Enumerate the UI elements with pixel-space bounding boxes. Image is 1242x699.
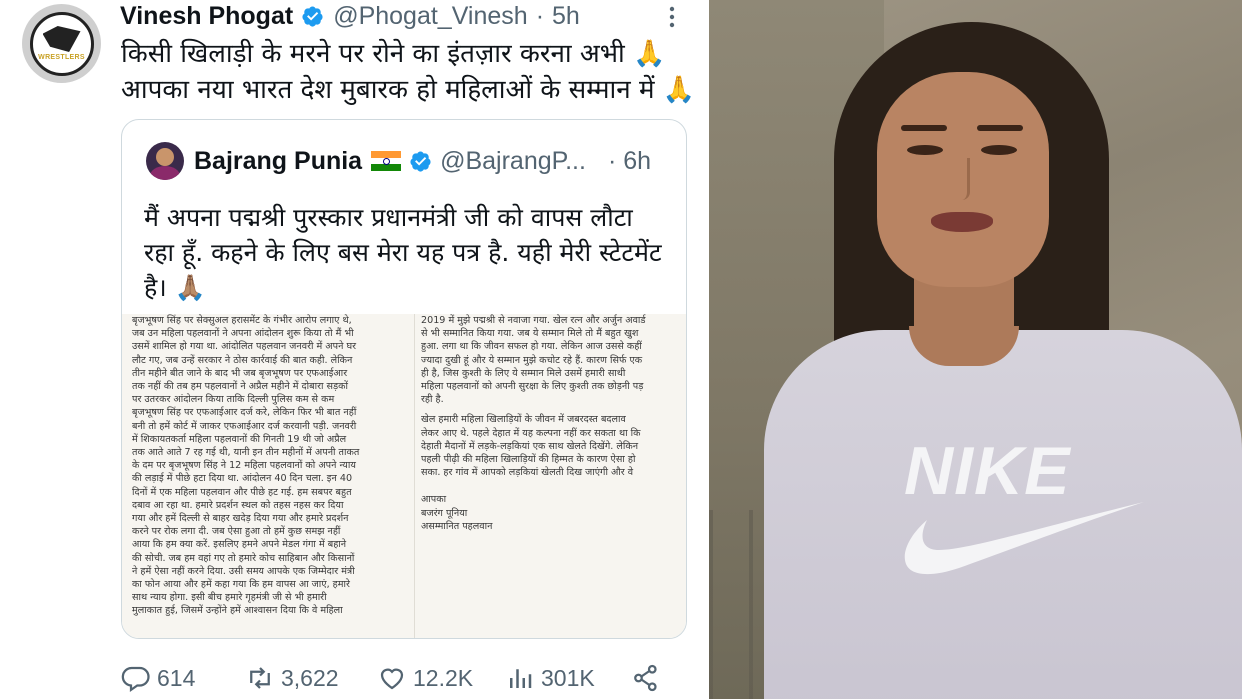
tweet-text-line: आपका नया भारत देश मुबारक हो महिलाओं के स… bbox=[121, 75, 696, 105]
letter-line: गया और हमें दिल्ली से बाहर खदेड़ दिया गय… bbox=[132, 513, 349, 525]
analytics-icon bbox=[510, 669, 532, 688]
letter-line: लेकर आए थे. पहले देहात में यह कल्पना नही… bbox=[421, 427, 641, 439]
verified-badge-icon bbox=[410, 150, 431, 172]
letter-line: बृजभूषण सिंह पर सेक्सुअल हरासमेंट के गंभ… bbox=[132, 315, 352, 326]
letter-page-left: बृजभूषण सिंह पर सेक्सुअल हरासमेंट के गंभ… bbox=[132, 314, 408, 638]
tweet-time[interactable]: 5h bbox=[552, 2, 580, 31]
separator-dot: · bbox=[535, 1, 545, 30]
letter-line: के दम पर बृजभूषण सिंह ने 12 महिला पहलवान… bbox=[132, 460, 356, 472]
letter-gap bbox=[421, 486, 678, 493]
heart-icon bbox=[380, 668, 404, 690]
letter-gap bbox=[421, 479, 678, 486]
letter-line: 2019 में मुझे पद्मश्री से नवाजा गया. खेल… bbox=[421, 315, 646, 326]
letter-line: देहाती मैदानों में लड़के-लड़कियां एक साथ… bbox=[421, 440, 639, 452]
author-handle[interactable]: @Phogat_Vinesh bbox=[333, 2, 528, 31]
avatar-logo: WRESTLERS bbox=[29, 11, 94, 76]
tweet-header: Vinesh Phogat @Phogat_Vinesh · 5h bbox=[120, 2, 580, 30]
video-frame-photo: NIKE bbox=[709, 0, 1242, 699]
letter-line: ही है, जिस कुश्ती के लिए ये सम्मान मिले … bbox=[421, 367, 626, 379]
quoted-tweet-header: Bajrang Punia @BajrangP... · 6h bbox=[194, 146, 651, 176]
letter-line: दिनों में एक महिला पहलवान और पीछे हट गई.… bbox=[132, 486, 352, 498]
quoted-author-avatar[interactable] bbox=[146, 142, 184, 180]
verified-badge-icon bbox=[302, 5, 323, 27]
letter-line: जब उन महिला पहलवानों ने अपना आंदोलन शुरू… bbox=[132, 328, 354, 340]
letter-line: दबाव आ रहा था. हमारे प्रदर्शन स्थल को तह… bbox=[132, 499, 344, 511]
avatar-logo-text: WRESTLERS bbox=[38, 54, 85, 61]
letter-line: महिला पहलवानों को अपनी सुरक्षा के लिए कु… bbox=[421, 381, 644, 393]
like-count: 12.2K bbox=[413, 664, 474, 691]
more-options-icon[interactable] bbox=[660, 4, 684, 30]
letter-line: बनी तो हमें कोर्ट में जाकर एफआईआर दर्ज क… bbox=[132, 420, 357, 432]
reply-icon bbox=[121, 666, 150, 693]
letter-line: में शिकायतकर्ता महिला पहलवानों की गिनती … bbox=[132, 433, 347, 445]
letter-line: की सोची. जब हम वहां गए तो हमारे कोच साहि… bbox=[132, 552, 355, 564]
letter-line: हुआ. लगा था कि जीवन सफल हो गया. लेकिन आज… bbox=[421, 341, 642, 353]
person-mouth bbox=[931, 212, 993, 232]
quoted-text-line: है। 🙏🏽 bbox=[144, 273, 206, 302]
letter-line: से भी सम्मानित किया गया. जब ये सम्मान मि… bbox=[421, 328, 639, 340]
letter-line: का फोन आया और हमें कहा गया कि हम वापस आ … bbox=[132, 579, 350, 591]
letter-image[interactable]: बृजभूषण सिंह पर सेक्सुअल हरासमेंट के गंभ… bbox=[122, 314, 686, 638]
letter-line: उसमें शामिल हो गया था. आंदोलित पहलवान जन… bbox=[132, 341, 357, 353]
nike-swoosh-icon bbox=[904, 502, 1144, 575]
view-count: 301K bbox=[541, 664, 595, 691]
letter-line: तीन महीने बीत जाने के बाद भी जब बृजभूषण … bbox=[132, 367, 348, 379]
like-button[interactable]: 12.2K bbox=[377, 660, 473, 696]
letter-line: बजरंग पूनिया bbox=[421, 507, 468, 519]
letter-line: आपका bbox=[421, 494, 447, 506]
letter-line: पर उतरकर आंदोलन किया ताकि दिल्ली पुलिस क… bbox=[132, 394, 335, 406]
person-eye bbox=[981, 145, 1017, 155]
letter-page-right: 2019 में मुझे पद्मश्री से नवाजा गया. खेल… bbox=[414, 314, 678, 638]
letter-line: आया कि हम क्या करें. इसलिए हमने अपने मेड… bbox=[132, 539, 347, 551]
letter-line: ने हमें ऐसा नहीं करने दिया. उसी समय आपके… bbox=[132, 565, 355, 577]
letter-line: बृजभूषण सिंह पर एफआईआर दर्ज करे, लेकिन फ… bbox=[132, 407, 357, 419]
letter-line: खेल हमारी महिला खिलाड़ियों के जीवन में ज… bbox=[421, 414, 626, 426]
letter-line: तक आते आते 7 रह गई थी, यानी इन तीन महीनो… bbox=[132, 447, 360, 459]
retweet-count: 3,622 bbox=[281, 664, 339, 691]
person-nose bbox=[952, 158, 970, 200]
letter-line: लौट गए, जब उन्हें सरकार ने ठोस कार्रवाई … bbox=[132, 354, 353, 366]
share-button[interactable] bbox=[631, 660, 667, 696]
person-brow bbox=[901, 125, 947, 131]
letter-line: की लड़ाई में पीछे हटा दिया था. आंदोलन 40… bbox=[132, 473, 353, 485]
quoted-author-name[interactable]: Bajrang Punia bbox=[194, 147, 362, 176]
tweet-text-line: किसी खिलाड़ी के मरने पर रोने का इंतज़ार … bbox=[121, 39, 666, 69]
author-avatar[interactable]: WRESTLERS bbox=[22, 4, 101, 83]
tweet-text: किसी खिलाड़ी के मरने पर रोने का इंतज़ार … bbox=[121, 36, 701, 108]
letter-line: तक नहीं की तब हम पहलवानों ने अप्रैल महीन… bbox=[132, 381, 349, 393]
letter-line: करने पर रोक लगा दी. जब ऐसा हुआ तो हमें क… bbox=[132, 526, 341, 538]
author-name[interactable]: Vinesh Phogat bbox=[120, 2, 293, 31]
tweet-actions: 614 3,622 12.2K 301K bbox=[121, 660, 681, 696]
person-eye bbox=[907, 145, 943, 155]
reply-button[interactable]: 614 bbox=[121, 660, 195, 696]
retweet-icon bbox=[250, 667, 270, 689]
quoted-tweet-text: मैं अपना पद्मश्री पुरस्कार प्रधानमंत्री … bbox=[144, 200, 674, 305]
india-flag-icon bbox=[371, 151, 402, 172]
letter-line: असम्मानित पहलवान bbox=[421, 520, 493, 532]
share-icon bbox=[634, 664, 657, 692]
quoted-tweet[interactable]: Bajrang Punia @BajrangP... · 6h मैं अपना… bbox=[121, 119, 687, 639]
person-brow bbox=[977, 125, 1023, 131]
letter-line: मुलाकात हुई, जिसमें उन्होंने हमें आश्वास… bbox=[132, 605, 343, 617]
quoted-text-line: रहा हूँ. कहने के लिए बस मेरा यह पत्र है.… bbox=[144, 238, 662, 267]
retweet-button[interactable]: 3,622 bbox=[245, 660, 339, 696]
views-button[interactable]: 301K bbox=[505, 660, 595, 696]
letter-line: सका. हर गांव में आपको लड़कियां खेलती दिख… bbox=[421, 467, 634, 479]
reply-count: 614 bbox=[157, 664, 196, 691]
letter-line: पहली पीढ़ी की महिला खिलाड़ियों की हिम्मत… bbox=[421, 454, 636, 466]
letter-line: ज्यादा दुखी हूं और ये सम्मान मुझे कचोट र… bbox=[421, 354, 643, 366]
quoted-tweet-time[interactable]: · 6h bbox=[608, 147, 651, 176]
quoted-text-line: मैं अपना पद्मश्री पुरस्कार प्रधानमंत्री … bbox=[144, 203, 633, 232]
letter-gap bbox=[421, 406, 678, 413]
quoted-author-handle[interactable]: @BajrangP... bbox=[440, 147, 586, 176]
letter-line: रही है. bbox=[421, 394, 444, 406]
letter-line: साथ न्याय होगा. इसी बीच हमारे गृहमंत्री … bbox=[132, 592, 327, 604]
tweet: WRESTLERS Vinesh Phogat @Phogat_Vinesh ·… bbox=[0, 0, 706, 699]
wrestler-logo-icon bbox=[42, 26, 81, 52]
